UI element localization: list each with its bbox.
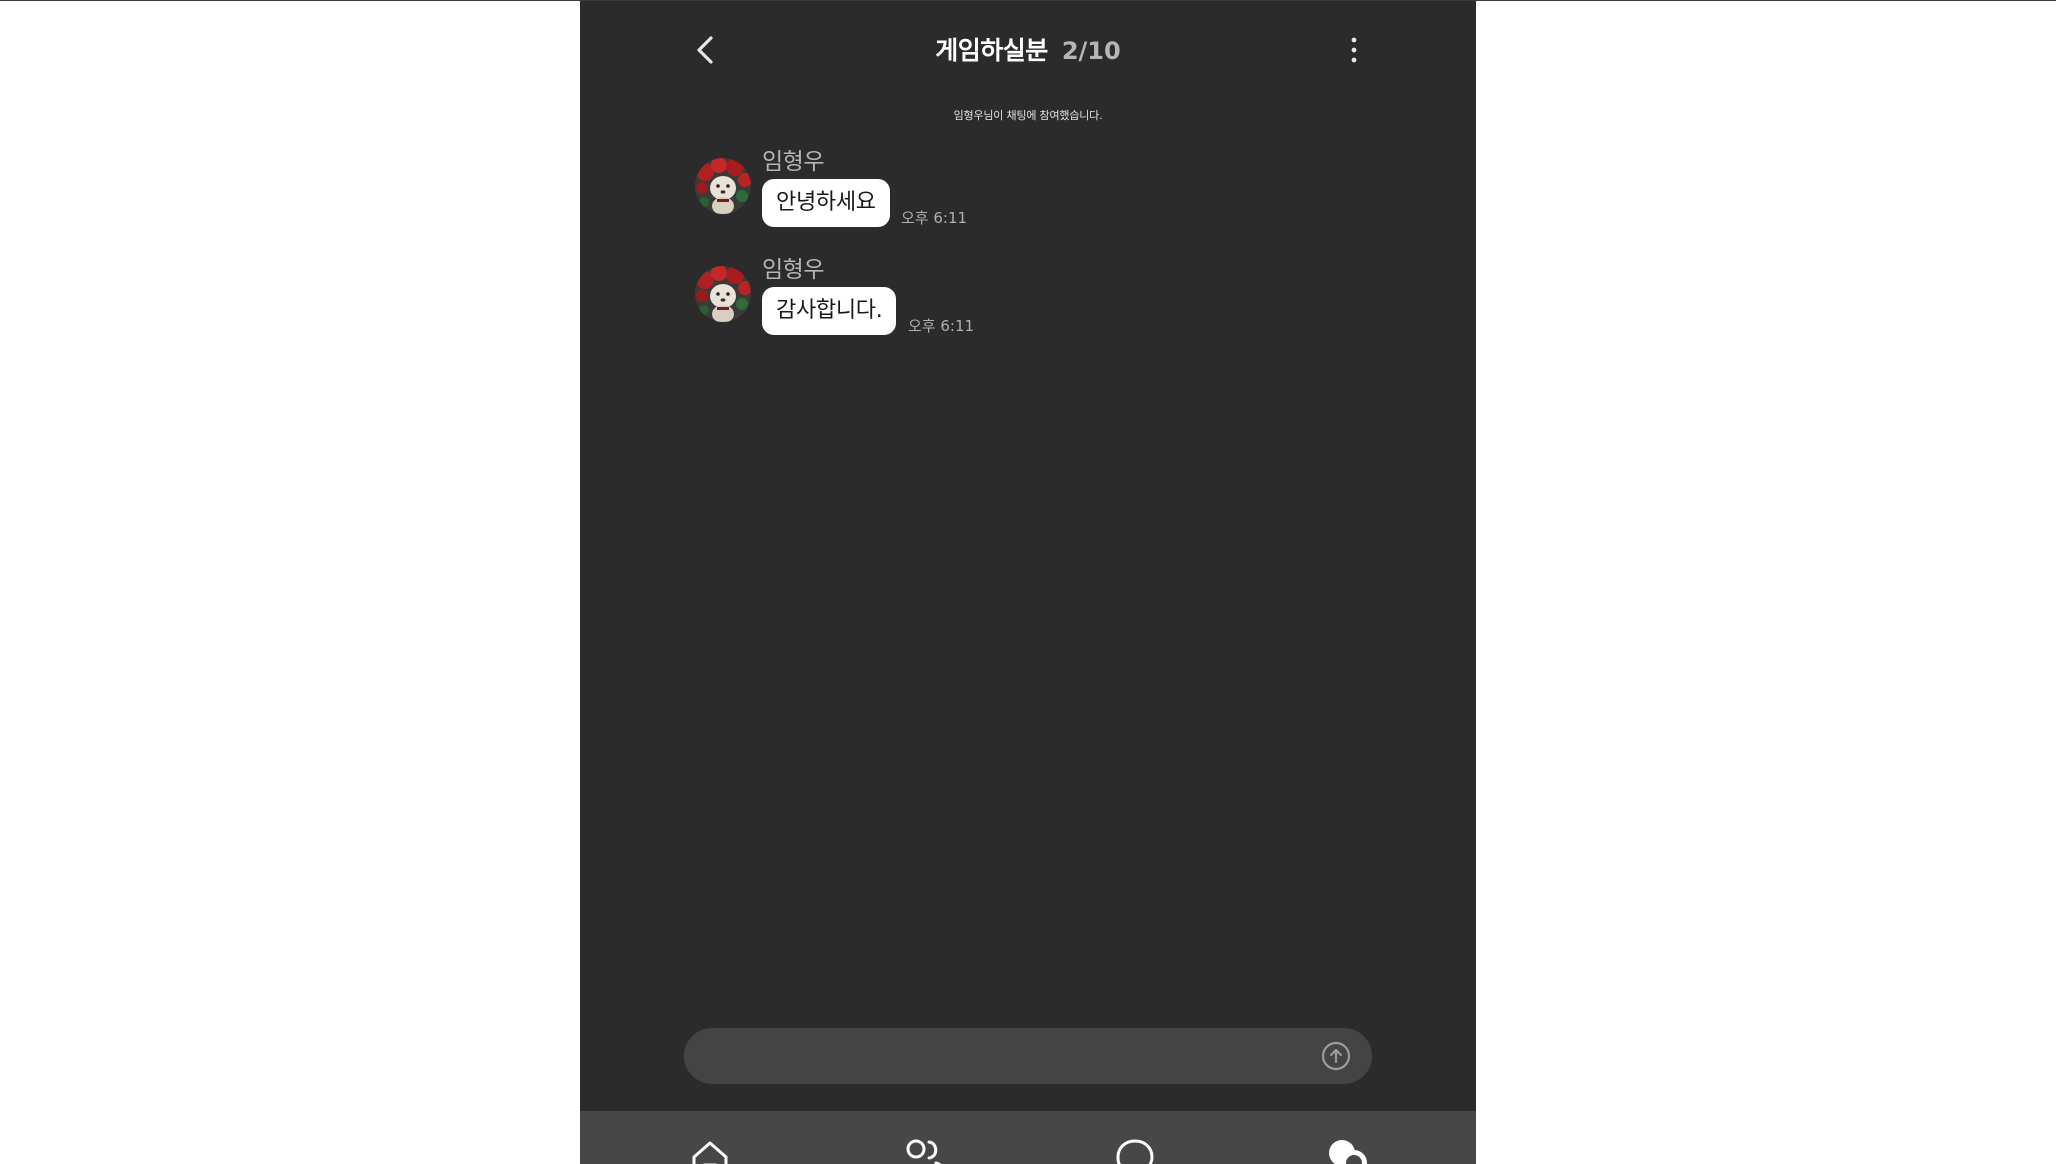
sender-name: 임형우 xyxy=(762,257,824,283)
send-button[interactable] xyxy=(1321,1041,1351,1071)
message-bubble[interactable]: 감사합니다. xyxy=(762,287,897,335)
more-options-button[interactable] xyxy=(1338,31,1370,71)
sender-name: 임형우 xyxy=(762,149,824,175)
nav-chats[interactable] xyxy=(1323,1135,1373,1164)
message-bubble[interactable]: 안녕하세요 xyxy=(762,179,890,227)
avatar-image xyxy=(695,158,751,214)
system-message: 임형우님이 채팅에 참여했습니다. xyxy=(953,109,1103,122)
bottom-navigation xyxy=(580,1111,1476,1164)
chat-message: 임형우 안녕하세요 오후 6:11 xyxy=(695,146,1395,256)
member-count: 2/10 xyxy=(1061,37,1121,65)
nav-chat[interactable] xyxy=(1110,1135,1160,1164)
nav-home[interactable] xyxy=(685,1135,735,1164)
avatar-image xyxy=(695,266,751,322)
chat-bubble-icon xyxy=(1116,1139,1154,1164)
arrow-up-circle-icon xyxy=(1321,1041,1351,1071)
message-time: 오후 6:11 xyxy=(908,317,975,335)
users-icon xyxy=(906,1139,942,1164)
avatar[interactable] xyxy=(695,158,751,214)
message-time: 오후 6:11 xyxy=(901,209,968,227)
chat-message: 임형우 감사합니다. 오후 6:11 xyxy=(695,254,1395,364)
home-icon xyxy=(692,1141,728,1164)
chat-room-title: 게임하실분 xyxy=(935,36,1048,65)
message-composer xyxy=(684,1028,1372,1086)
more-vertical-icon xyxy=(1351,37,1357,63)
avatar[interactable] xyxy=(695,266,751,322)
chat-screen: 게임하실분 2/10 임형우님이 채팅에 참여했습니다. 임형우 안녕하세요 오… xyxy=(580,1,1476,1164)
message-input[interactable] xyxy=(708,1028,1302,1086)
nav-friends[interactable] xyxy=(898,1135,948,1164)
chats-filled-icon xyxy=(1329,1140,1367,1164)
